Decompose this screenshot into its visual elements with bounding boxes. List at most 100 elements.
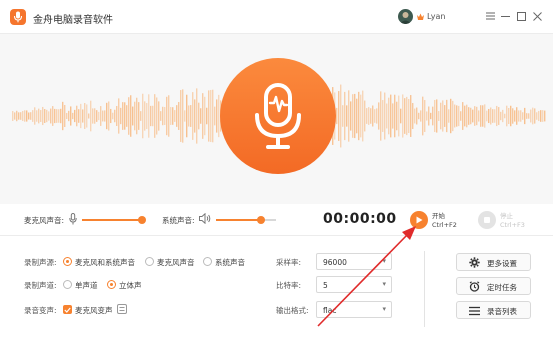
waveform-bar (468, 107, 470, 125)
format-label: 输出格式: (276, 306, 309, 315)
channel-radio-stereo[interactable] (107, 280, 116, 289)
channel-option-stereo[interactable]: 立体声 (119, 280, 142, 291)
waveform-bar (464, 105, 466, 127)
avatar[interactable] (398, 9, 413, 24)
start-record-text[interactable]: 开始 Ctrl+F2 (432, 212, 457, 230)
mic-volume-slider[interactable] (82, 216, 146, 224)
waveform-bar (404, 98, 406, 134)
waveform-bar (92, 108, 94, 124)
waveform-bar (162, 106, 164, 126)
waveform-bar (406, 96, 408, 136)
system-volume-slider[interactable] (216, 216, 276, 224)
waveform-bar (396, 101, 398, 131)
stop-label: 停止 (500, 212, 513, 220)
waveform-bar (390, 94, 392, 138)
system-volume-knob[interactable] (257, 216, 265, 224)
waveform-bar (378, 102, 380, 130)
menu-icon[interactable] (484, 10, 496, 22)
waveform-bar (94, 108, 96, 124)
waveform-bar (176, 105, 178, 127)
waveform-bar (204, 96, 206, 136)
sample-rate-select[interactable]: 96000 ▾ (316, 253, 392, 270)
bitrate-value: 5 (323, 281, 328, 290)
waveform-bar (178, 102, 180, 130)
waveform-bar (184, 110, 186, 122)
more-settings-button[interactable]: 更多设置 (456, 253, 531, 271)
waveform-bar (424, 100, 426, 132)
waveform-bar (192, 92, 194, 140)
waveform-bar (172, 107, 174, 125)
waveform-bar (466, 104, 468, 128)
bitrate-select[interactable]: 5 ▾ (316, 276, 392, 293)
waveform-bar (438, 111, 440, 121)
waveform-bar (340, 84, 342, 148)
waveform-display (0, 34, 553, 204)
voice-change-checkbox[interactable] (63, 305, 72, 314)
format-select[interactable]: flac ▾ (316, 301, 392, 318)
waveform-bar (48, 111, 50, 121)
scheduled-task-button[interactable]: 定时任务 (456, 277, 531, 295)
waveform-bar (194, 99, 196, 133)
stop-shortcut: Ctrl+F3 (500, 221, 525, 229)
waveform-bar (216, 99, 218, 133)
waveform-bar (72, 112, 74, 120)
waveform-bar (214, 106, 216, 126)
waveform-bar (360, 94, 362, 138)
source-option-mic[interactable]: 麦克风声音 (157, 257, 195, 268)
waveform-bar (534, 108, 536, 124)
waveform-bar (504, 113, 506, 119)
mic-volume-knob[interactable] (138, 216, 146, 224)
waveform-bar (514, 110, 516, 122)
waveform-bar (344, 91, 346, 141)
close-icon[interactable] (531, 10, 543, 22)
channel-radio-mono[interactable] (63, 280, 72, 289)
waveform-bar (164, 107, 166, 125)
settings-panel: 录制声源: 麦克风和系统声音 麦克风声音 系统声音 录制声道: 单声道 立体声 … (0, 237, 553, 338)
voice-change-settings-icon[interactable] (117, 304, 127, 314)
waveform-bar (512, 108, 514, 124)
waveform-bar (28, 112, 30, 120)
start-record-button[interactable] (410, 211, 428, 229)
waveform-bar (74, 109, 76, 123)
waveform-bar (152, 105, 154, 127)
waveform-bar (160, 111, 162, 121)
waveform-bar (18, 112, 20, 120)
gear-icon (469, 257, 480, 268)
channel-option-mono[interactable]: 单声道 (75, 280, 98, 291)
record-control-bar: 麦克风声音: 系统声音: 00:00:00 开始 Ctrl+F2 停止 Ctrl… (0, 204, 553, 236)
sample-rate-value: 96000 (323, 258, 347, 267)
waveform-bar (114, 109, 116, 123)
waveform-bar (474, 106, 476, 126)
waveform-bar (372, 105, 374, 127)
waveform-bar (64, 105, 66, 127)
waveform-bar (84, 103, 86, 129)
waveform-bar (32, 110, 34, 122)
waveform-bar (34, 107, 36, 125)
waveform-bar (14, 112, 16, 120)
waveform-bar (488, 108, 490, 124)
minimize-icon[interactable] (499, 10, 511, 22)
waveform-bar (112, 112, 114, 120)
waveform-bar (450, 98, 452, 134)
recording-list-button[interactable]: 录音列表 (456, 301, 531, 319)
waveform-bar (62, 101, 64, 131)
voice-change-option[interactable]: 麦克风变声 (75, 305, 113, 316)
source-radio-mic[interactable] (145, 257, 154, 266)
source-radio-mic-system[interactable] (63, 257, 72, 266)
waveform-bar (508, 108, 510, 124)
waveform-bar (148, 94, 150, 138)
waveform-bar (338, 91, 340, 141)
source-option-system[interactable]: 系统声音 (215, 257, 245, 268)
speaker-icon (199, 213, 211, 224)
waveform-bar (498, 107, 500, 125)
username[interactable]: Lyan (427, 12, 445, 21)
bitrate-label: 比特率: (276, 281, 302, 290)
waveform-bar (422, 96, 424, 136)
maximize-icon[interactable] (515, 10, 527, 22)
source-option-mic-system[interactable]: 麦克风和系统声音 (75, 257, 135, 268)
waveform-bar (158, 101, 160, 131)
waveform-bar (140, 111, 142, 121)
checkmark-icon (64, 307, 71, 313)
waveform-bar (388, 97, 390, 135)
source-radio-system[interactable] (203, 257, 212, 266)
